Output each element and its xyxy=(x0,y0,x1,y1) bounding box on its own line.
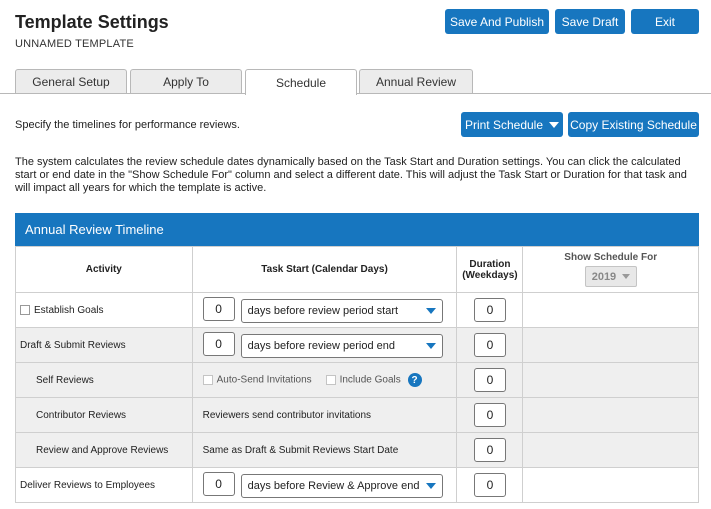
task-start-cell: 0 days before Review & Approve end xyxy=(191,467,458,503)
tab-apply-to[interactable]: Apply To xyxy=(130,69,242,94)
include-goals-checkbox[interactable] xyxy=(325,375,336,385)
chevron-down-icon xyxy=(621,274,630,279)
activity-cell: Establish Goals xyxy=(15,292,193,328)
show-schedule-label: Show Schedule For xyxy=(564,252,658,263)
start-reference-value: days before review period end xyxy=(247,339,395,352)
start-reference-select[interactable]: days before review period end xyxy=(240,333,443,358)
duration-input[interactable]: 0 xyxy=(473,438,506,462)
panel-header: Annual Review Timeline xyxy=(15,213,699,246)
start-days-input[interactable]: 0 xyxy=(202,297,235,322)
schedule-cell xyxy=(522,432,699,468)
duration-cell: 0 xyxy=(456,327,524,363)
start-reference-value: days before Review & Approve end xyxy=(247,479,420,492)
year-select[interactable]: 2019 xyxy=(584,266,637,287)
task-start-cell: Auto-Send Invitations Include Goals ? xyxy=(191,362,458,398)
print-schedule-button[interactable]: Print Schedule xyxy=(461,112,563,137)
auto-send-invitations-checkbox[interactable] xyxy=(202,375,213,385)
start-reference-value: days before review period start xyxy=(247,304,399,317)
duration-input[interactable]: 0 xyxy=(473,403,506,427)
duration-cell: 0 xyxy=(456,432,524,468)
column-header-show-schedule: Show Schedule For 2019 xyxy=(522,246,699,293)
table-row: Establish Goals 0 days before review peri… xyxy=(15,292,699,328)
duration-input[interactable]: 0 xyxy=(473,333,506,357)
duration-input[interactable]: 0 xyxy=(473,473,506,497)
column-header-activity: Activity xyxy=(15,246,193,293)
table-row: Contributor Reviews Reviewers send contr… xyxy=(15,397,699,433)
tab-schedule[interactable]: Schedule xyxy=(245,69,357,95)
establish-goals-checkbox[interactable] xyxy=(20,304,30,315)
duration-input[interactable]: 0 xyxy=(473,368,506,392)
year-value: 2019 xyxy=(591,270,617,283)
intro-text: Specify the timelines for performance re… xyxy=(15,119,240,131)
template-name: UNNAMED TEMPLATE xyxy=(15,38,134,50)
chevron-down-icon xyxy=(425,342,436,349)
task-start-cell: Reviewers send contributor invitations xyxy=(191,397,458,433)
column-header-task-start: Task Start (Calendar Days) xyxy=(191,246,458,293)
include-goals-label: Include Goals xyxy=(339,374,401,386)
duration-cell: 0 xyxy=(456,467,524,503)
save-draft-button[interactable]: Save Draft xyxy=(555,9,625,34)
schedule-cell xyxy=(522,467,699,503)
table-row: Review and Approve Reviews Same as Draft… xyxy=(15,432,699,468)
task-start-cell: 0 days before review period end xyxy=(191,327,458,363)
duration-cell: 0 xyxy=(456,292,524,328)
activity-cell: Review and Approve Reviews xyxy=(15,432,193,468)
activity-cell: Contributor Reviews xyxy=(15,397,193,433)
activity-cell: Deliver Reviews to Employees xyxy=(15,467,193,503)
auto-send-label: Auto-Send Invitations xyxy=(216,374,312,386)
schedule-cell xyxy=(522,362,699,398)
duration-cell: 0 xyxy=(456,362,524,398)
schedule-cell xyxy=(522,327,699,363)
start-reference-select[interactable]: days before review period start xyxy=(240,298,443,323)
activity-label: Establish Goals xyxy=(34,304,104,316)
tab-general-setup[interactable]: General Setup xyxy=(15,69,127,94)
table-row: Draft & Submit Reviews 0 days before revi… xyxy=(15,327,699,363)
schedule-cell xyxy=(522,292,699,328)
page-title: Template Settings xyxy=(15,12,169,32)
task-start-cell: 0 days before review period start xyxy=(191,292,458,328)
exit-button[interactable]: Exit xyxy=(631,9,699,34)
column-header-duration: Duration (Weekdays) xyxy=(456,246,524,293)
duration-input[interactable]: 0 xyxy=(473,298,506,322)
copy-existing-schedule-button[interactable]: Copy Existing Schedule xyxy=(568,112,699,137)
start-days-input[interactable]: 0 xyxy=(202,332,235,357)
print-schedule-label: Print Schedule xyxy=(464,117,544,132)
timeline-table: Activity Task Start (Calendar Days) Dura… xyxy=(15,246,699,503)
tab-annual-review[interactable]: Annual Review xyxy=(359,69,473,94)
help-icon[interactable]: ? xyxy=(407,373,422,387)
schedule-cell xyxy=(522,397,699,433)
save-and-publish-button[interactable]: Save And Publish xyxy=(445,9,549,34)
duration-cell: 0 xyxy=(456,397,524,433)
panel-title: Annual Review Timeline xyxy=(25,222,164,237)
activity-cell: Self Reviews xyxy=(15,362,193,398)
schedule-description: The system calculates the review schedul… xyxy=(15,156,687,194)
start-days-input[interactable]: 0 xyxy=(202,472,235,497)
table-row: Self Reviews Auto-Send Invitations Inclu… xyxy=(15,362,699,398)
table-row: Deliver Reviews to Employees 0 days befor… xyxy=(15,467,699,503)
caret-down-icon xyxy=(549,121,560,128)
task-start-cell: Same as Draft & Submit Reviews Start Dat… xyxy=(191,432,458,468)
start-reference-select[interactable]: days before Review & Approve end xyxy=(240,473,443,498)
chevron-down-icon xyxy=(425,307,436,314)
activity-cell: Draft & Submit Reviews xyxy=(15,327,193,363)
chevron-down-icon xyxy=(425,482,436,489)
